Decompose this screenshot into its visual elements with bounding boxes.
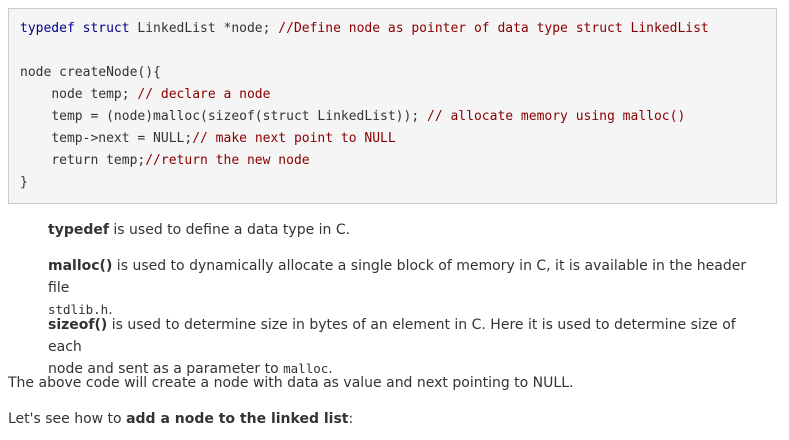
summary-paragraph: The above code will create a node with d…: [8, 375, 574, 391]
note-malloc: malloc() is used to dynamically allocate…: [48, 255, 748, 321]
note-term: sizeof(): [48, 317, 108, 333]
next-step-paragraph: Let's see how to add a node to the linke…: [8, 408, 778, 430]
code-text: node createNode(){: [20, 65, 161, 80]
note-text: is used to define a data type in C.: [108, 222, 351, 238]
code-comment: // declare a node: [137, 87, 271, 102]
code-line: typedef struct LinkedList *node; //Defin…: [20, 18, 776, 40]
code-line: node temp; // declare a node: [20, 84, 776, 106]
code-text: temp = (node)malloc(sizeof(struct Linked…: [51, 109, 427, 124]
note-term: malloc(): [48, 258, 113, 274]
code-comment: //return the new node: [145, 153, 310, 168]
next-step-end: :: [348, 411, 354, 427]
code-line: }: [20, 172, 776, 194]
code-text: return temp;: [51, 153, 146, 168]
code-line: temp = (node)malloc(sizeof(struct Linked…: [20, 106, 776, 128]
note-text: is used to dynamically allocate a single…: [48, 258, 747, 296]
note-typedef: typedef is used to define a data type in…: [48, 219, 748, 241]
code-text: temp->next = NULL;: [51, 131, 193, 146]
code-line: node createNode(){: [20, 62, 776, 84]
code-comment: // make next point to NULL: [192, 131, 396, 146]
code-text: LinkedList *node;: [129, 21, 279, 36]
code-keyword: typedef struct: [20, 21, 130, 36]
code-comment: // allocate memory using malloc(): [427, 109, 686, 124]
note-term: typedef: [48, 222, 109, 238]
code-block: typedef struct LinkedList *node; //Defin…: [8, 8, 777, 204]
code-comment: //Define node as pointer of data type st…: [278, 21, 709, 36]
next-step-bold: add a node to the linked list: [126, 411, 349, 427]
note-text: is used to determine size in bytes of an…: [48, 317, 736, 355]
code-line: return temp;//return the new node: [20, 150, 776, 172]
code-text: }: [20, 175, 28, 190]
note-sizeof: sizeof() is used to determine size in by…: [48, 314, 748, 380]
next-step-lead: Let's see how to: [8, 411, 127, 427]
code-line: temp->next = NULL;// make next point to …: [20, 128, 776, 150]
code-text: node temp;: [51, 87, 138, 102]
